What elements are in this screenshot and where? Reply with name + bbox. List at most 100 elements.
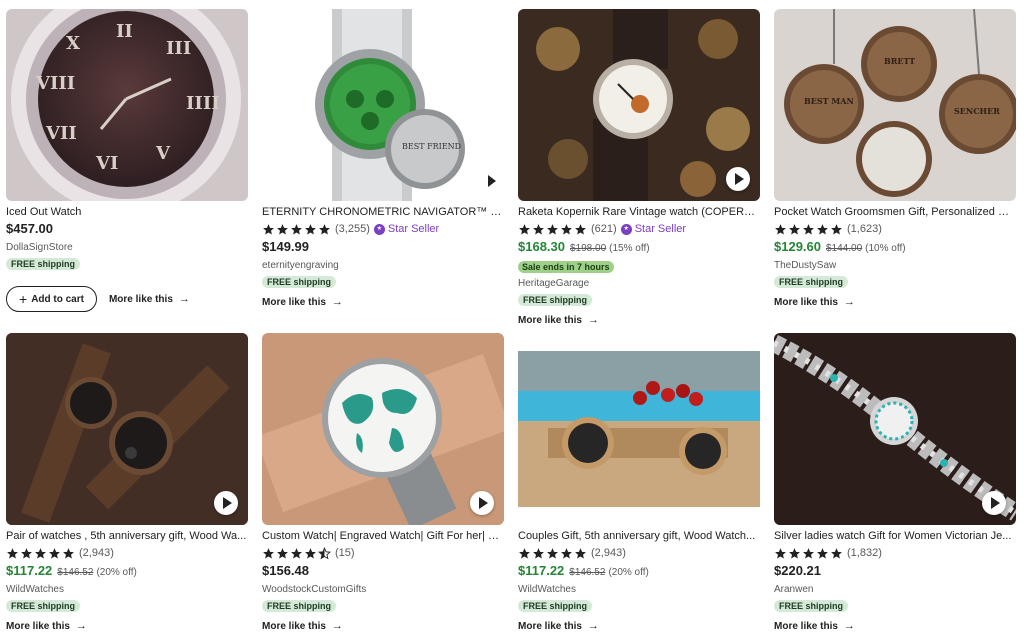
couples-wood-watch-image (518, 333, 760, 525)
shop-name[interactable]: Aranwen (774, 583, 1016, 596)
more-like-this-link[interactable]: More like this → (518, 314, 760, 326)
listing-title[interactable]: Pair of watches , 5th anniversary gift, … (6, 529, 248, 543)
play-icon[interactable] (488, 175, 496, 187)
listing-card[interactable]: BEST FRIEND ETERNITY CHRONOMETRIC NAVIGA… (262, 9, 504, 308)
star-icon (21, 547, 32, 558)
listing-image[interactable]: BEST FRIEND (262, 9, 504, 201)
add-to-cart-label: Add to cart (31, 293, 84, 305)
svg-text:V: V (155, 143, 171, 164)
star-icon (263, 547, 274, 558)
play-icon[interactable] (982, 491, 1006, 515)
pocket-watch-image: BEST MAN BRETT SENCHER (774, 9, 1016, 201)
play-icon[interactable] (470, 491, 494, 515)
listing-card[interactable]: Raketa Kopernik Rare Vintage watch (COPE… (518, 9, 760, 326)
listing-price: $457.00 (6, 221, 53, 236)
svg-text:SENCHER: SENCHER (954, 106, 1000, 116)
star-seller-label: Star Seller (387, 223, 440, 235)
star-rating (262, 223, 332, 236)
raketa-watch-image (518, 9, 760, 201)
star-icon (547, 547, 558, 558)
rating: (15) (262, 545, 504, 561)
star-icon (817, 547, 828, 558)
star-icon (533, 223, 544, 234)
star-icon (547, 223, 558, 234)
star-seller-badge-icon (620, 223, 632, 235)
more-like-this-link[interactable]: More like this → (262, 620, 504, 632)
star-icon (35, 547, 46, 558)
listing-card[interactable]: Couples Gift, 5th anniversary gift, Wood… (518, 333, 760, 632)
listing-title[interactable]: ETERNITY CHRONOMETRIC NAVIGATOR™ Pers... (262, 205, 504, 219)
star-icon (831, 547, 842, 558)
listing-title[interactable]: Raketa Kopernik Rare Vintage watch (COPE… (518, 205, 760, 219)
free-shipping-badge: FREE shipping (774, 600, 848, 612)
svg-text:III: III (166, 38, 191, 59)
svg-text:BEST FRIEND: BEST FRIEND (402, 142, 461, 151)
listing-image[interactable] (262, 333, 504, 525)
sale-ends-badge: Sale ends in 7 hours (518, 261, 614, 273)
more-like-this-link[interactable]: More like this → (774, 296, 1016, 308)
star-icon (305, 547, 316, 558)
listing-card[interactable]: II III IIII V VI VII VIII X Iced Out Watch $4… (6, 9, 248, 312)
arrow-right-icon: → (587, 620, 599, 632)
listing-image[interactable] (774, 333, 1016, 525)
play-icon[interactable] (214, 491, 238, 515)
star-icon (7, 547, 18, 558)
listing-image[interactable]: II III IIII V VI VII VIII X (6, 9, 248, 201)
listing-image[interactable] (6, 333, 248, 525)
more-like-this-label: More like this (108, 293, 173, 305)
play-icon[interactable] (726, 167, 750, 191)
free-shipping-badge: FREE shipping (262, 276, 336, 288)
rating: (1,623) (774, 221, 1016, 237)
listing-image[interactable] (518, 333, 760, 525)
more-like-this-link[interactable]: More like this → (109, 293, 190, 305)
discount-percent: (20% off) (96, 567, 137, 578)
star-icon (789, 547, 800, 558)
rating-count: (621) (591, 223, 617, 235)
shop-name[interactable]: HeritageGarage (518, 277, 760, 290)
shop-name[interactable]: WoodstockCustomGifts (262, 583, 504, 596)
svg-text:IIII: IIII (186, 93, 220, 114)
more-like-this-label: More like this (518, 314, 582, 326)
listing-card[interactable]: Pair of watches , 5th anniversary gift, … (6, 333, 248, 632)
shop-name[interactable]: eternityengraving (262, 259, 504, 272)
svg-text:VI: VI (95, 153, 118, 174)
star-icon (575, 223, 586, 234)
listing-image[interactable]: BEST MAN BRETT SENCHER (774, 9, 1016, 201)
more-like-this-link[interactable]: More like this → (6, 620, 248, 632)
sale-price: $117.22 (6, 563, 53, 578)
star-icon (817, 223, 828, 234)
more-like-this-link[interactable]: More like this → (262, 296, 504, 308)
rating-count: (2,943) (79, 547, 114, 559)
svg-text:X: X (66, 33, 80, 54)
star-icon (519, 547, 530, 558)
original-price: $146.52 (569, 567, 606, 578)
star-icon (831, 223, 842, 234)
listing-title[interactable]: Custom Watch| Engraved Watch| Gift For h… (262, 529, 504, 543)
listing-title[interactable]: Couples Gift, 5th anniversary gift, Wood… (518, 529, 760, 543)
shop-name[interactable]: TheDustySaw (774, 259, 1016, 272)
star-seller-badge-icon (373, 223, 385, 235)
listing-price: $220.21 (774, 563, 821, 578)
listing-image[interactable] (518, 9, 760, 201)
sale-price: $129.60 (774, 239, 821, 254)
add-to-cart-button[interactable]: + Add to cart (6, 286, 97, 312)
listing-title[interactable]: Iced Out Watch (6, 205, 248, 219)
star-icon (789, 223, 800, 234)
listing-card[interactable]: BEST MAN BRETT SENCHER Pocket Watch Grooms… (774, 9, 1016, 308)
listing-card[interactable]: Custom Watch| Engraved Watch| Gift For h… (262, 333, 504, 632)
listing-title[interactable]: Silver ladies watch Gift for Women Victo… (774, 529, 1016, 543)
listing-card[interactable]: Silver ladies watch Gift for Women Victo… (774, 333, 1016, 632)
rating-count: (3,255) (335, 223, 370, 235)
rating: (621) Star Seller (518, 221, 760, 237)
plus-icon: + (19, 291, 28, 307)
shop-name[interactable]: WildWatches (518, 583, 760, 596)
shop-name[interactable]: DollaSignStore (6, 241, 248, 254)
star-icon (291, 223, 302, 234)
star-icon (49, 547, 60, 558)
shop-name[interactable]: WildWatches (6, 583, 248, 596)
more-like-this-link[interactable]: More like this → (518, 620, 760, 632)
more-like-this-link[interactable]: More like this → (774, 620, 1016, 632)
free-shipping-badge: FREE shipping (518, 294, 592, 306)
more-like-this-label: More like this (262, 620, 326, 632)
listing-title[interactable]: Pocket Watch Groomsmen Gift, Personalize… (774, 205, 1016, 219)
